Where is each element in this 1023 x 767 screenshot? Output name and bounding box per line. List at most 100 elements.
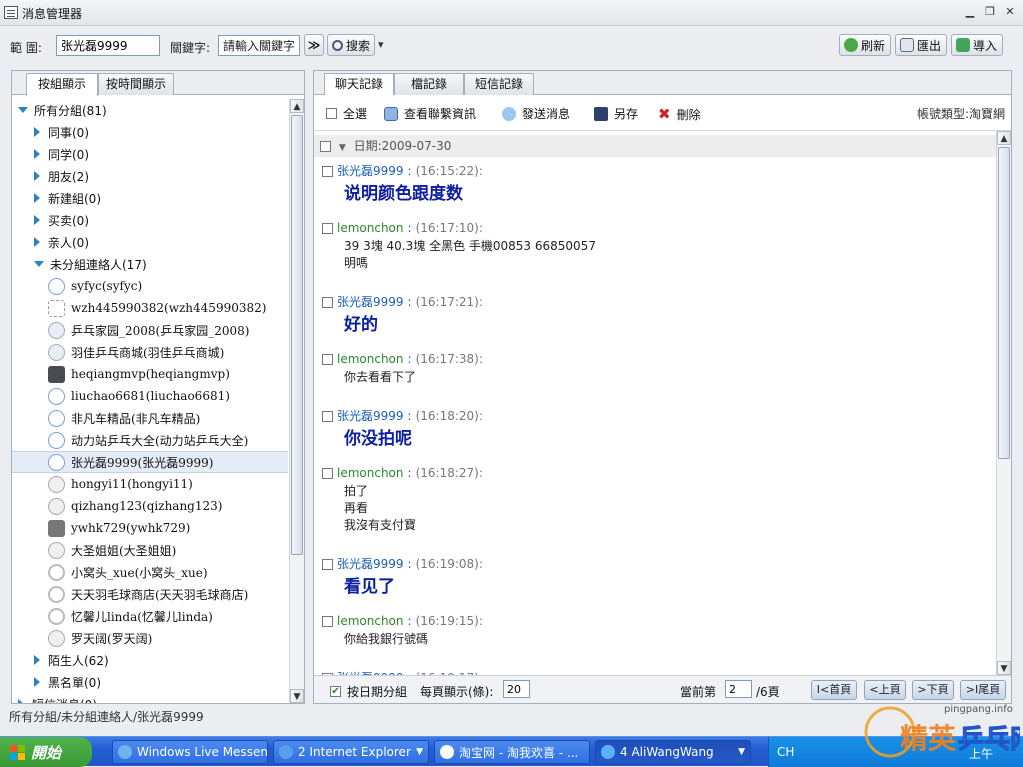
- select-all[interactable]: 全選: [326, 105, 367, 122]
- collapsed-icon[interactable]: [34, 171, 40, 181]
- message-checkbox[interactable]: [322, 222, 333, 234]
- tree-group[interactable]: 未分組連絡人(17): [12, 253, 288, 275]
- tree-item-label: 忆馨儿linda(忆馨儿linda): [71, 609, 213, 624]
- tree-group[interactable]: 短信消息(0): [12, 693, 288, 703]
- start-button[interactable]: 開始: [0, 737, 92, 767]
- tree-group[interactable]: 同事(0): [12, 121, 288, 143]
- prev-page-button[interactable]: <上頁: [864, 680, 906, 700]
- contact-item[interactable]: 张光磊9999(张光磊9999): [12, 451, 288, 473]
- task-messenger[interactable]: Windows Live Messen...: [112, 740, 268, 764]
- view-contact-button[interactable]: 查看聯繫資訊: [384, 105, 476, 122]
- current-page-input[interactable]: [725, 680, 752, 698]
- search-button[interactable]: 搜索: [327, 34, 375, 56]
- group-by-date-checkbox[interactable]: ✔: [330, 686, 341, 697]
- save-as-button[interactable]: 另存: [594, 105, 638, 122]
- contacts-panel: 按組顯示 按時間顯示 所有分組(81) 同事(0) 同学(0) 朋友(2) 新建組(0)…: [11, 70, 305, 704]
- last-page-button[interactable]: >I尾頁: [960, 680, 1006, 700]
- expanded-icon[interactable]: [34, 261, 44, 267]
- export-button[interactable]: 匯出: [895, 34, 947, 56]
- task-ie[interactable]: 2 Internet Explorer ▼: [273, 740, 429, 764]
- message-checkbox[interactable]: [322, 615, 333, 627]
- tree-group[interactable]: 买卖(0): [12, 209, 288, 231]
- scroll-up-icon[interactable]: ▲: [290, 99, 304, 113]
- task-aliwangwang[interactable]: 4 AliWangWang ▼: [595, 740, 751, 764]
- delete-button[interactable]: ✖ 刪除: [658, 105, 701, 123]
- chat-scroll-up-icon[interactable]: ▲: [997, 131, 1011, 145]
- tab-by-time[interactable]: 按時間顯示: [98, 73, 174, 95]
- message-checkbox[interactable]: [322, 296, 333, 308]
- chat-scrollbar[interactable]: ▲ ▼: [996, 131, 1011, 675]
- collapsed-icon[interactable]: [34, 149, 40, 159]
- collapsed-icon[interactable]: [18, 699, 24, 703]
- search-dropdown-icon[interactable]: ▾: [378, 38, 384, 51]
- message-checkbox[interactable]: [322, 467, 333, 479]
- ie-icon: [279, 745, 293, 759]
- collapse-icon[interactable]: ▼: [339, 143, 346, 153]
- tab-by-group[interactable]: 按組顯示: [26, 73, 98, 96]
- contact-item[interactable]: 小窝头_xue(小窝头_xue): [12, 561, 288, 583]
- contact-item[interactable]: 动力站乒乓大全(动力站乒乓大全): [12, 429, 288, 451]
- contact-item[interactable]: 罗天阔(罗天阔): [12, 627, 288, 649]
- collapsed-icon[interactable]: [34, 127, 40, 137]
- select-all-checkbox[interactable]: [326, 108, 337, 119]
- contact-item[interactable]: liuchao6681(liuchao6681): [12, 385, 288, 407]
- refresh-button[interactable]: 刷新: [839, 34, 891, 56]
- contact-item[interactable]: 天天羽毛球商店(天天羽毛球商店): [12, 583, 288, 605]
- contact-item[interactable]: 大圣姐姐(大圣姐姐): [12, 539, 288, 561]
- tree-scrollbar[interactable]: ▲ ▼: [289, 99, 304, 703]
- tree-group[interactable]: 朋友(2): [12, 165, 288, 187]
- collapsed-icon[interactable]: [34, 237, 40, 247]
- message-checkbox[interactable]: [322, 410, 333, 422]
- message-checkbox[interactable]: [322, 353, 333, 365]
- tree-group[interactable]: 黑名單(0): [12, 671, 288, 693]
- chat-scroll-thumb[interactable]: [998, 147, 1010, 459]
- contact-item[interactable]: 非凡车精品(非凡车精品): [12, 407, 288, 429]
- tree-group[interactable]: 新建組(0): [12, 187, 288, 209]
- message-checkbox[interactable]: [322, 558, 333, 570]
- contact-item[interactable]: 忆馨儿linda(忆馨儿linda): [12, 605, 288, 627]
- group-by-date[interactable]: ✔ 按日期分組: [330, 683, 407, 700]
- collapsed-icon[interactable]: [34, 677, 40, 687]
- minimize-button[interactable]: ▁: [962, 5, 978, 19]
- chat-scroll-down-icon[interactable]: ▼: [997, 661, 1011, 675]
- contact-item[interactable]: ywhk729(ywhk729): [12, 517, 288, 539]
- contact-item[interactable]: wzh445990382(wzh445990382): [12, 297, 288, 319]
- close-button[interactable]: ✕: [1002, 5, 1018, 19]
- tab-file-history[interactable]: 檔記錄: [394, 73, 464, 95]
- scroll-down-icon[interactable]: ▼: [290, 689, 304, 703]
- expanded-icon[interactable]: [18, 107, 28, 113]
- message-checkbox[interactable]: [322, 165, 333, 177]
- total-pages: /6頁: [756, 685, 780, 699]
- tab-chat-history[interactable]: 聊天記錄: [324, 73, 394, 96]
- collapsed-icon[interactable]: [34, 215, 40, 225]
- contact-item[interactable]: qizhang123(qizhang123): [12, 495, 288, 517]
- contact-item[interactable]: 乒乓家园_2008(乒乓家园_2008): [12, 319, 288, 341]
- tree-group[interactable]: 同学(0): [12, 143, 288, 165]
- tab-sms-history[interactable]: 短信記錄: [464, 73, 534, 95]
- per-page-input[interactable]: [503, 680, 530, 698]
- contact-item[interactable]: syfyc(syfyc): [12, 275, 288, 297]
- tree-item-label: 乒乓家园_2008(乒乓家园_2008): [71, 323, 250, 338]
- tree-group[interactable]: 陌生人(62): [12, 649, 288, 671]
- send-message-button[interactable]: 發送消息: [502, 105, 570, 122]
- task-taobao[interactable]: 淘宝网 - 淘我欢喜 - ...: [434, 740, 590, 764]
- contact-item[interactable]: 羽佳乒乓商城(羽佳乒乓商城): [12, 341, 288, 363]
- date-checkbox[interactable]: [320, 141, 331, 152]
- tree-group[interactable]: 所有分組(81): [12, 99, 288, 121]
- expand-button[interactable]: ≫: [304, 34, 324, 56]
- delete-icon: ✖: [658, 105, 671, 123]
- contact-tree: 所有分組(81) 同事(0) 同学(0) 朋友(2) 新建組(0) 买卖(0) 亲人(0) 未…: [12, 95, 288, 703]
- contact-item[interactable]: hongyi11(hongyi11): [12, 473, 288, 495]
- tree-group[interactable]: 亲人(0): [12, 231, 288, 253]
- scope-input[interactable]: [56, 35, 160, 56]
- import-button[interactable]: 導入: [951, 34, 1003, 56]
- next-page-button[interactable]: >下頁: [912, 680, 954, 700]
- collapsed-icon[interactable]: [34, 655, 40, 665]
- keyword-input[interactable]: [218, 35, 300, 56]
- restore-button[interactable]: ❐: [982, 5, 998, 19]
- language-indicator[interactable]: CH: [777, 745, 794, 759]
- collapsed-icon[interactable]: [34, 193, 40, 203]
- scroll-thumb[interactable]: [291, 115, 303, 555]
- contact-item[interactable]: heqiangmvp(heqiangmvp): [12, 363, 288, 385]
- first-page-button[interactable]: I<首頁: [811, 680, 857, 700]
